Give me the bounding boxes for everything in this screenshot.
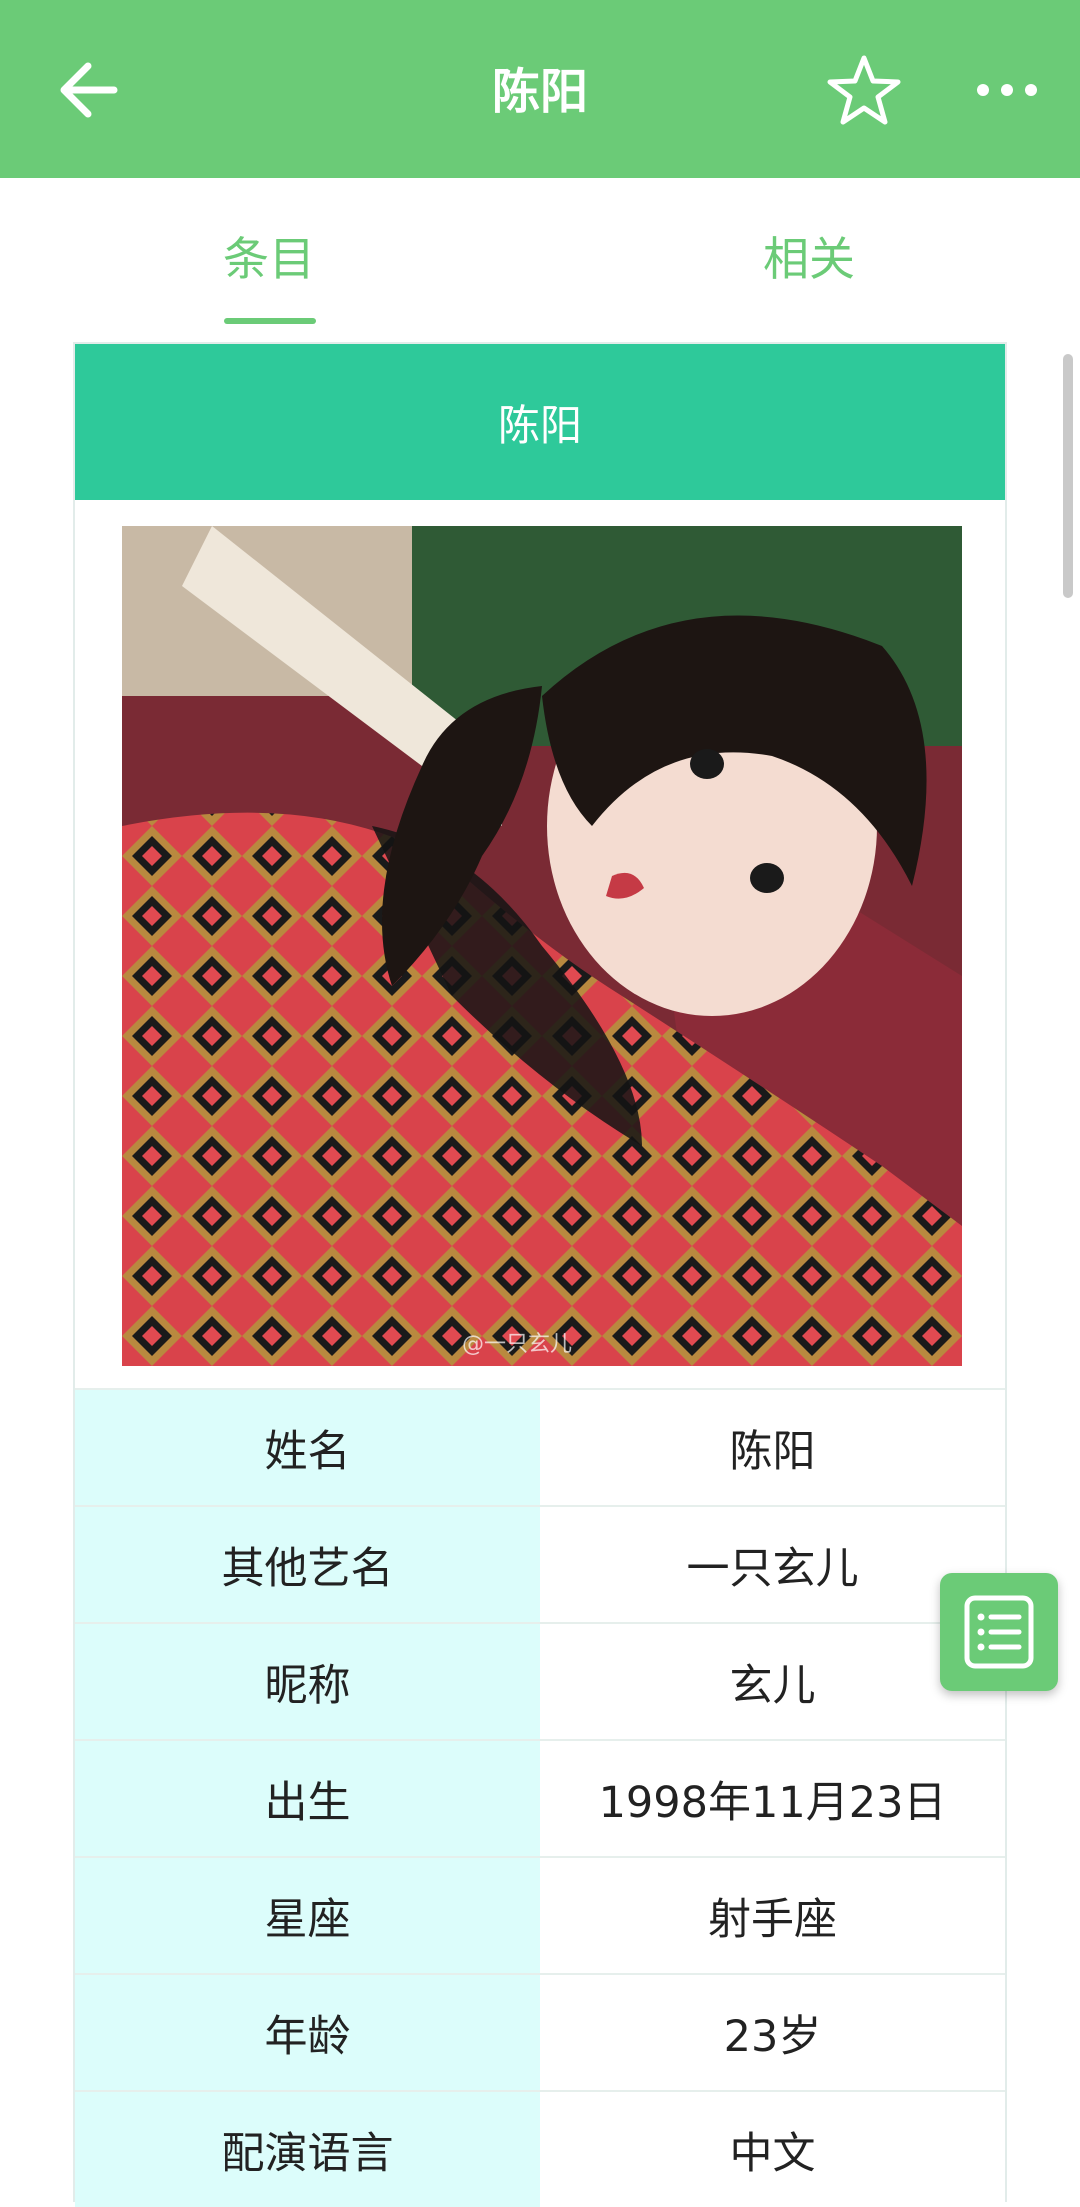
row-label: 姓名 <box>75 1390 540 1505</box>
row-label: 星座 <box>75 1858 540 1973</box>
row-label: 出生 <box>75 1741 540 1856</box>
table-row: 出生 1998年11月23日 <box>75 1739 1005 1856</box>
row-label: 配演语言 <box>75 2092 540 2207</box>
table-row: 昵称 玄儿 <box>75 1622 1005 1739</box>
portrait-image: @一只玄儿 <box>122 526 962 1366</box>
row-label: 昵称 <box>75 1624 540 1739</box>
table-row: 配演语言 中文 <box>75 2090 1005 2207</box>
row-value: 玄儿 <box>540 1624 1005 1739</box>
row-value: 中文 <box>540 2092 1005 2207</box>
info-card: 陈阳 @一只玄儿 姓名 陈阳 其他艺名 一只玄儿 昵称 玄儿 出生 1998年1… <box>73 342 1007 2207</box>
star-icon <box>827 55 901 125</box>
scrollbar[interactable] <box>1063 354 1073 598</box>
more-button[interactable] <box>966 62 1048 118</box>
favorite-button[interactable] <box>826 52 902 128</box>
tab-entry[interactable]: 条目 <box>169 223 369 289</box>
table-row: 其他艺名 一只玄儿 <box>75 1505 1005 1622</box>
app-bar: 陈阳 <box>0 0 1080 178</box>
row-value: 射手座 <box>540 1858 1005 1973</box>
list-icon <box>964 1595 1034 1669</box>
row-value: 陈阳 <box>540 1390 1005 1505</box>
back-button[interactable] <box>52 50 132 130</box>
row-label: 年龄 <box>75 1975 540 2090</box>
tab-related[interactable]: 相关 <box>709 223 909 289</box>
row-value: 23岁 <box>540 1975 1005 2090</box>
table-row: 星座 射手座 <box>75 1856 1005 1973</box>
svg-text:@一只玄儿: @一只玄儿 <box>462 1332 572 1357</box>
tab-bar: 条目 相关 <box>0 178 1080 330</box>
table-row: 年龄 23岁 <box>75 1973 1005 2090</box>
table-row: 姓名 陈阳 <box>75 1388 1005 1505</box>
back-arrow-icon <box>60 62 118 118</box>
page-title: 陈阳 <box>491 64 588 120</box>
row-value: 一只玄儿 <box>540 1507 1005 1622</box>
row-value: 1998年11月23日 <box>540 1741 1005 1856</box>
card-header: 陈阳 <box>75 344 1005 500</box>
more-icon <box>977 84 1037 96</box>
profile-photo[interactable]: @一只玄儿 <box>122 526 962 1366</box>
info-table: 姓名 陈阳 其他艺名 一只玄儿 昵称 玄儿 出生 1998年11月23日 星座 … <box>75 1388 1005 2207</box>
table-of-contents-button[interactable] <box>940 1573 1058 1691</box>
tab-indicator <box>224 318 316 324</box>
row-label: 其他艺名 <box>75 1507 540 1622</box>
